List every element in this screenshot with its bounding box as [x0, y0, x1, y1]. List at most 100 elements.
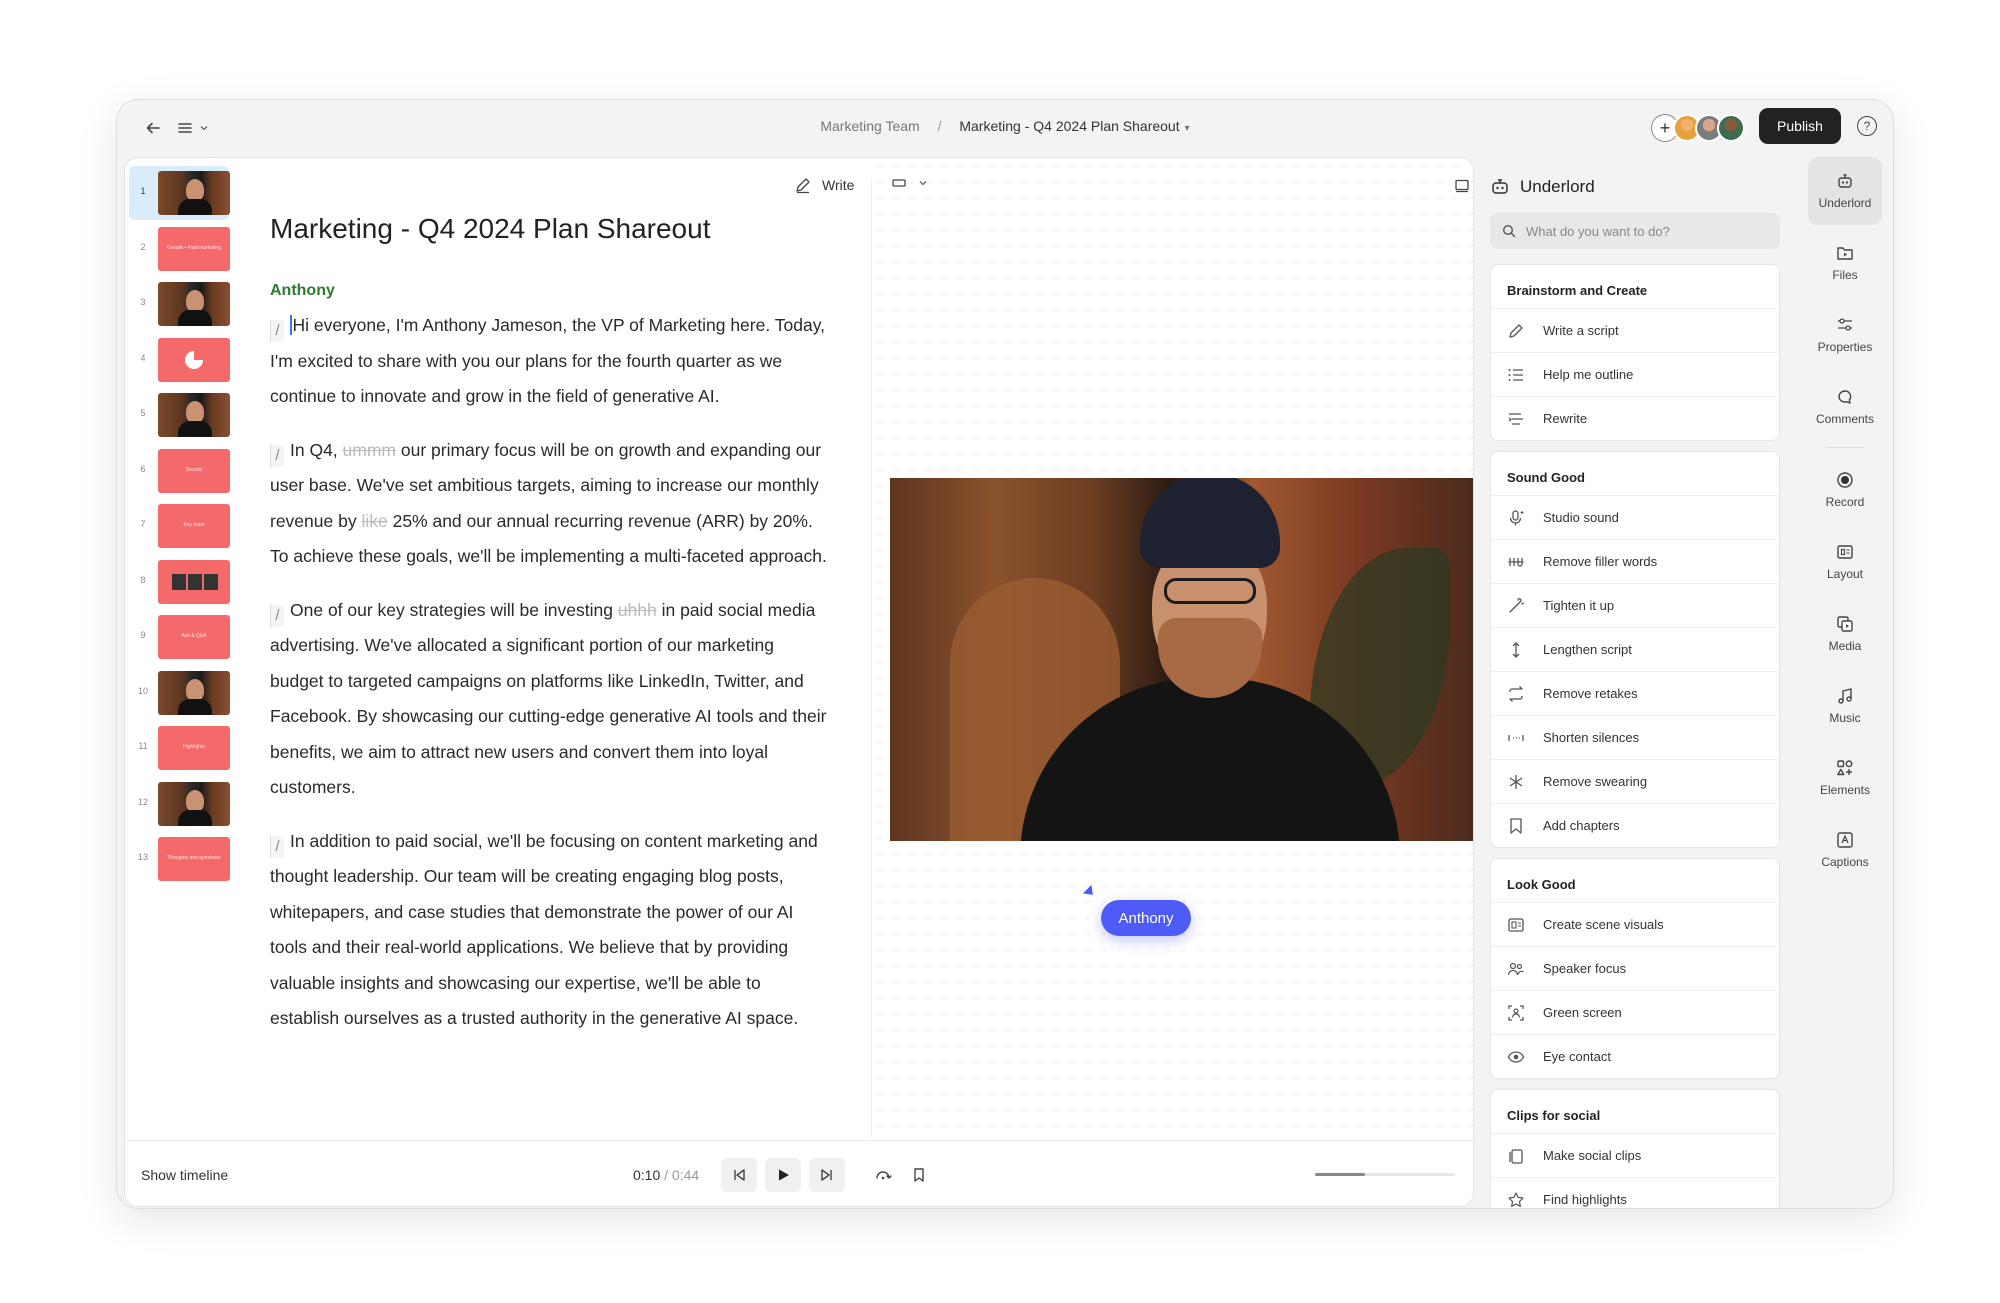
underlord-action[interactable]: Eye contact	[1491, 1034, 1779, 1078]
slide-thumbnail[interactable]: 9 Ask & Q&A	[125, 610, 233, 664]
underlord-action[interactable]: Remove filler words	[1491, 539, 1779, 583]
slide-preview	[158, 393, 230, 437]
filler-word[interactable]: ummm	[343, 440, 396, 460]
slide-preview: Socials	[158, 448, 230, 493]
slide-thumbnail[interactable]: 12	[125, 777, 233, 831]
underlord-action[interactable]: Make social clips	[1491, 1133, 1779, 1177]
silence-icon	[1508, 734, 1524, 741]
action-icon-wrap	[1507, 729, 1525, 747]
underlord-action[interactable]: Green screen	[1491, 990, 1779, 1034]
slide-thumbnail[interactable]: 6 Socials	[125, 444, 233, 498]
script-paragraph[interactable]: / In Q4, ummm our primary focus will be o…	[270, 433, 830, 575]
action-label: Remove retakes	[1543, 686, 1638, 701]
underlord-action[interactable]: Remove retakes	[1491, 671, 1779, 715]
slide-thumbnail[interactable]: 11 Highlights	[125, 721, 233, 775]
underlord-action[interactable]: Speaker focus	[1491, 946, 1779, 990]
section-title: Sound Good	[1507, 470, 1585, 485]
toggle-panel-button[interactable]	[1454, 178, 1470, 199]
layout-selector[interactable]	[892, 178, 928, 188]
action-label: Rewrite	[1543, 411, 1588, 426]
script-text[interactable]: / Hi everyone, I'm Anthony Jameson, the V…	[270, 308, 830, 1055]
slide-preview	[158, 337, 230, 382]
slash-command-icon[interactable]: /	[270, 604, 284, 627]
speaker-glasses	[1164, 578, 1256, 604]
rail-item-layout[interactable]: Layout	[1808, 528, 1882, 596]
slide-thumbnail[interactable]: 8	[125, 555, 233, 609]
rail-item-files[interactable]: Files	[1808, 229, 1882, 297]
underlord-action[interactable]: Tighten it up	[1491, 583, 1779, 627]
rail-item-properties[interactable]: Properties	[1808, 301, 1882, 369]
skip-forward-button[interactable]	[809, 1158, 845, 1192]
slash-command-icon[interactable]: /	[270, 444, 284, 467]
wand-icon	[1509, 597, 1525, 613]
rail-item-underlord[interactable]: Underlord	[1808, 157, 1882, 225]
underlord-action[interactable]: Lengthen script	[1491, 627, 1779, 671]
underlord-action[interactable]: Studio sound	[1491, 495, 1779, 539]
rail-item-label: Record	[1825, 495, 1865, 509]
underlord-action[interactable]: Add chapters	[1491, 803, 1779, 847]
rail-item-music[interactable]: Music	[1808, 672, 1882, 740]
zoom-slider[interactable]	[1315, 1173, 1455, 1177]
slide-thumbnail[interactable]: 10	[125, 666, 233, 720]
slide-thumbnail[interactable]: 3	[125, 277, 233, 331]
slide-thumbnail[interactable]: 7 Key team	[125, 499, 233, 553]
search-field[interactable]	[1490, 213, 1780, 249]
underlord-action[interactable]: Write a script	[1491, 308, 1779, 352]
rail-item-media[interactable]: Media	[1808, 600, 1882, 668]
underlord-action[interactable]: Find highlights	[1491, 1177, 1779, 1208]
underlord-section: Look Good Create scene visuals Speaker foc…	[1490, 858, 1780, 1079]
filler-word[interactable]: like	[361, 511, 387, 531]
rail-item-elements[interactable]: Elements	[1808, 744, 1882, 812]
script-paragraph[interactable]: / One of our key strategies will be inves…	[270, 593, 830, 806]
script-paragraph[interactable]: / In addition to paid social, we'll be fo…	[270, 824, 830, 1037]
underlord-action[interactable]: Create scene visuals	[1491, 902, 1779, 946]
search-input[interactable]	[1526, 223, 1756, 239]
slide-thumbnail[interactable]: 2 Growth • Paid marketing	[125, 222, 233, 276]
slide-thumbnail[interactable]: 13 Thoughts and questions	[125, 832, 233, 886]
show-timeline-button[interactable]: Show timeline	[141, 1167, 228, 1183]
action-label: Remove filler words	[1543, 554, 1658, 569]
breadcrumb-project[interactable]: Marketing - Q4 2024 Plan Shareout ▾	[959, 118, 1189, 134]
rail-item-captions[interactable]: Captions	[1808, 816, 1882, 884]
rail-divider	[1826, 447, 1864, 448]
loop-button[interactable]	[865, 1158, 901, 1192]
publish-button[interactable]: Publish	[1759, 108, 1841, 144]
slide-number: 12	[137, 796, 148, 807]
write-mode-button[interactable]: Write	[794, 176, 854, 194]
rail-item-comments[interactable]: Comments	[1808, 373, 1882, 441]
speaker-tag[interactable]: Anthony	[1101, 900, 1191, 936]
slide-thumbnail[interactable]: 1	[129, 166, 230, 220]
underlord-action[interactable]: Rewrite	[1491, 396, 1779, 440]
underlord-action[interactable]: Remove swearing	[1491, 759, 1779, 803]
help-icon[interactable]: ?	[1857, 116, 1877, 136]
rail-item-record[interactable]: Record	[1808, 456, 1882, 524]
breadcrumb-team[interactable]: Marketing Team	[820, 118, 919, 134]
section-title: Look Good	[1507, 877, 1576, 892]
action-label: Find highlights	[1543, 1192, 1627, 1207]
underlord-action[interactable]: Shorten silences	[1491, 715, 1779, 759]
underlord-action[interactable]: Help me outline	[1491, 352, 1779, 396]
page-title[interactable]: Marketing - Q4 2024 Plan Shareout	[270, 213, 710, 245]
slide-preview	[158, 171, 230, 215]
avatar[interactable]	[1717, 114, 1745, 142]
speaker-label[interactable]: Anthony	[270, 282, 335, 300]
slide-number: 3	[140, 297, 146, 307]
video-preview[interactable]	[890, 478, 1473, 841]
script-paragraph[interactable]: / Hi everyone, I'm Anthony Jameson, the V…	[270, 308, 830, 415]
bookmark-button[interactable]	[901, 1158, 937, 1192]
slide-thumbnail[interactable]: 5	[125, 388, 233, 442]
vertical-arrows-icon	[1512, 641, 1520, 658]
slash-command-icon[interactable]: /	[270, 320, 284, 342]
slash-command-icon[interactable]: /	[270, 835, 284, 858]
play-button[interactable]	[765, 1158, 801, 1192]
skip-back-button[interactable]	[721, 1158, 757, 1192]
action-icon-wrap	[1507, 366, 1525, 384]
editor-card: 1 2 Growth • Paid marketing 3 4 5 6 Socials 7 Key…	[124, 157, 1474, 1207]
slide-text: Growth • Paid marketing	[167, 244, 221, 251]
breadcrumb: Marketing Team / Marketing - Q4 2024 Pla…	[117, 118, 1893, 134]
filler-word[interactable]: uhhh	[618, 600, 657, 620]
robot-icon	[1838, 174, 1852, 188]
time-readout: 0:10 / 0:44	[633, 1167, 699, 1183]
slide-thumbnail[interactable]: 4	[125, 333, 233, 387]
action-label: Green screen	[1543, 1005, 1622, 1020]
